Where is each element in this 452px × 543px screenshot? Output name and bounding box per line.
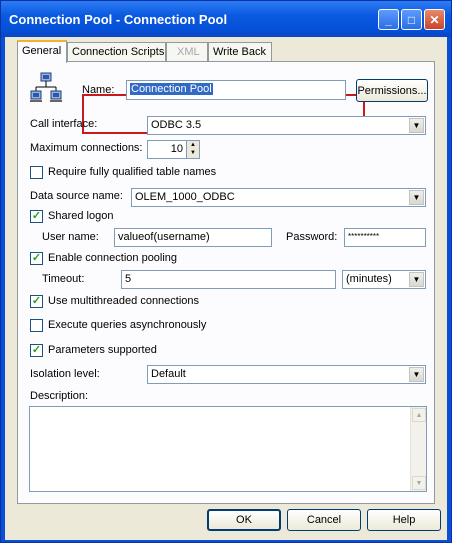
- name-value: Connection Pool: [130, 83, 213, 95]
- max-connections-label: Maximum connections:: [30, 142, 143, 154]
- multithreaded-label: Use multithreaded connections: [48, 295, 200, 307]
- async-label: Execute queries asynchronously: [48, 319, 207, 331]
- require-qualified-label: Require fully qualified table names: [48, 166, 217, 178]
- async-checkbox[interactable]: [30, 319, 43, 332]
- tab-general[interactable]: General: [17, 40, 67, 63]
- multithreaded-checkbox[interactable]: ✓: [30, 295, 43, 308]
- maximize-button[interactable]: □: [401, 9, 422, 30]
- permissions-button[interactable]: Permissions...: [356, 79, 428, 102]
- password-input[interactable]: **********: [344, 228, 426, 247]
- close-button[interactable]: ✕: [424, 9, 445, 30]
- timeout-input[interactable]: 5: [121, 270, 336, 289]
- dialog-client-area: General Connection Scripts XML Write Bac…: [5, 37, 447, 540]
- help-button[interactable]: Help: [367, 509, 441, 531]
- max-connections-input[interactable]: 10: [147, 140, 187, 159]
- minimize-button[interactable]: _: [378, 9, 399, 30]
- enable-pooling-label: Enable connection pooling: [48, 252, 178, 264]
- isolation-label: Isolation level:: [30, 368, 100, 380]
- chevron-down-icon[interactable]: ▼: [409, 272, 424, 287]
- max-connections-spinner[interactable]: ▲ ▼: [186, 140, 200, 159]
- network-icon: [30, 72, 62, 104]
- cancel-button[interactable]: Cancel: [287, 509, 361, 531]
- description-scrollbar[interactable]: ▲ ▼: [410, 407, 426, 491]
- spin-down-icon[interactable]: ▼: [187, 149, 199, 157]
- data-source-label: Data source name:: [30, 190, 123, 202]
- spin-up-icon[interactable]: ▲: [187, 141, 199, 149]
- tab-xml: XML: [166, 42, 208, 62]
- call-interface-label: Call interface:: [30, 118, 98, 130]
- scroll-down-icon[interactable]: ▼: [412, 476, 426, 490]
- shared-logon-checkbox[interactable]: ✓: [30, 210, 43, 223]
- chevron-down-icon[interactable]: ▼: [409, 190, 424, 205]
- call-interface-value: ODBC 3.5: [151, 119, 202, 131]
- chevron-down-icon[interactable]: ▼: [409, 367, 424, 382]
- description-textarea[interactable]: ▲ ▼: [29, 406, 427, 492]
- password-label: Password:: [286, 231, 338, 243]
- name-label: Name:: [82, 84, 115, 96]
- enable-pooling-checkbox[interactable]: ✓: [30, 252, 43, 265]
- tab-write-back[interactable]: Write Back: [208, 42, 272, 62]
- data-source-select[interactable]: OLEM_1000_ODBC ▼: [131, 188, 426, 207]
- isolation-select[interactable]: Default ▼: [147, 365, 426, 384]
- name-input[interactable]: Connection Pool: [126, 80, 346, 100]
- description-label: Description:: [30, 390, 89, 402]
- timeout-unit-value: (minutes): [346, 273, 392, 285]
- data-source-value: OLEM_1000_ODBC: [135, 191, 235, 203]
- shared-logon-label: Shared logon: [48, 210, 114, 222]
- user-name-input[interactable]: valueof(username): [114, 228, 272, 247]
- timeout-unit-select[interactable]: (minutes) ▼: [342, 270, 426, 289]
- parameters-label: Parameters supported: [48, 344, 157, 356]
- chevron-down-icon[interactable]: ▼: [409, 118, 424, 133]
- user-name-label: User name:: [42, 231, 99, 243]
- timeout-label: Timeout:: [42, 273, 85, 285]
- ok-button[interactable]: OK: [207, 509, 281, 531]
- dialog-window: Connection Pool - Connection Pool _ □ ✕ …: [0, 0, 452, 543]
- scroll-up-icon[interactable]: ▲: [412, 408, 426, 422]
- title-bar[interactable]: Connection Pool - Connection Pool _ □ ✕: [1, 1, 451, 37]
- require-qualified-checkbox[interactable]: [30, 166, 43, 179]
- tab-connection-scripts[interactable]: Connection Scripts: [67, 42, 166, 62]
- parameters-checkbox[interactable]: ✓: [30, 344, 43, 357]
- isolation-value: Default: [151, 368, 186, 380]
- window-title: Connection Pool - Connection Pool: [9, 12, 228, 27]
- call-interface-select[interactable]: ODBC 3.5 ▼: [147, 116, 426, 135]
